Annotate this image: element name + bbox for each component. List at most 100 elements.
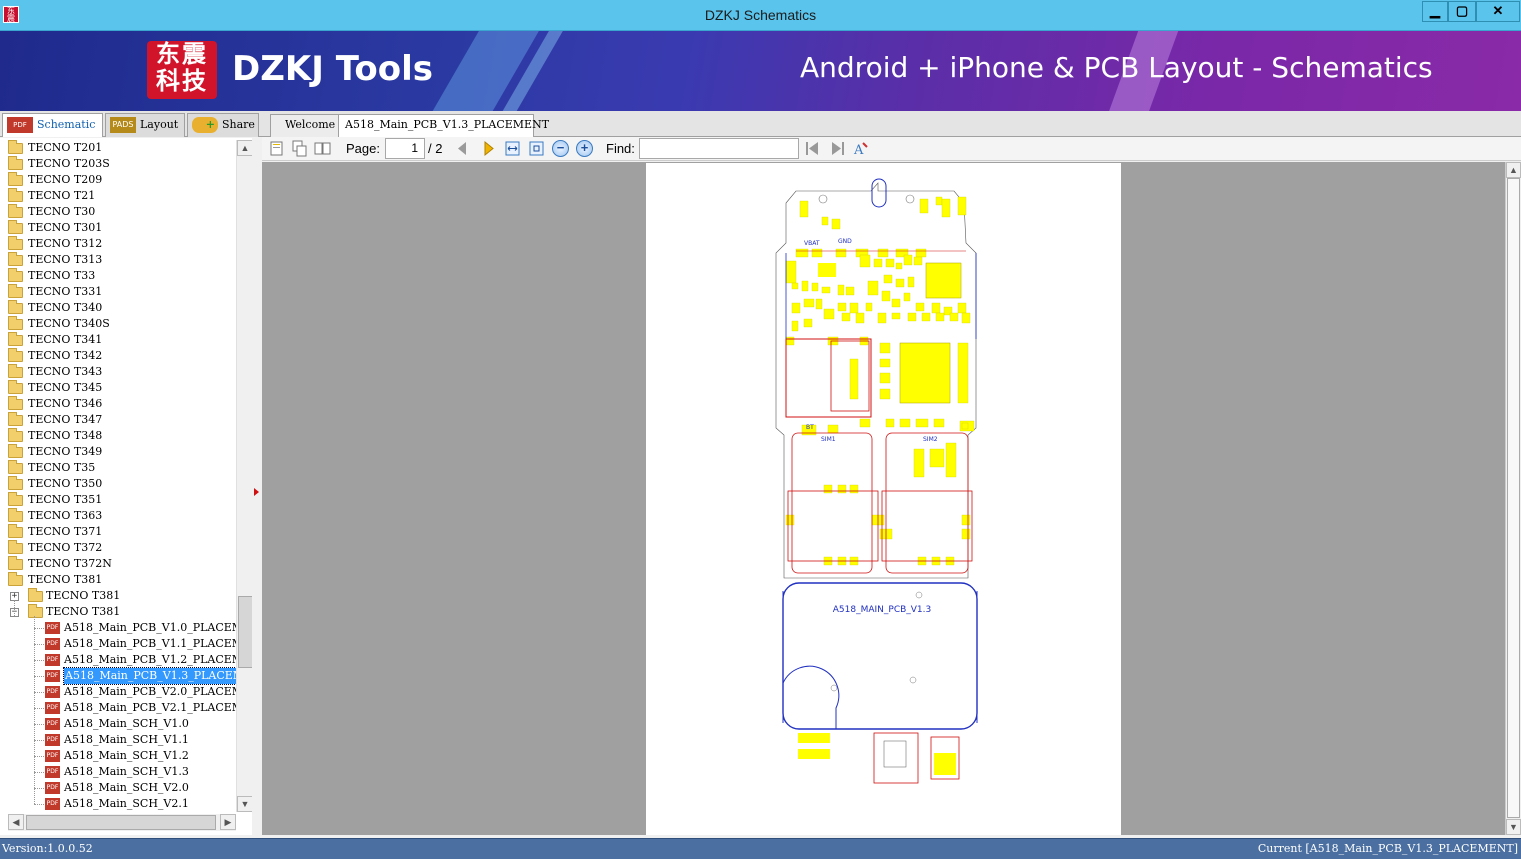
tab-layout[interactable]: PADS Layout	[105, 113, 185, 137]
pdf-file-icon: PDF	[45, 718, 60, 730]
zoom-out-icon[interactable]: −	[552, 140, 569, 157]
scroll-up-button[interactable]: ▲	[1506, 162, 1521, 178]
scroll-down-button[interactable]: ▼	[237, 796, 253, 812]
tree-connector	[34, 692, 44, 693]
scroll-thumb[interactable]	[26, 815, 216, 830]
tree-vertical-scrollbar[interactable]: ▲ ▼	[236, 140, 253, 812]
tree-label: A518_Main_SCH_V2.0	[64, 781, 189, 794]
previous-page-icon[interactable]	[454, 140, 471, 157]
viewer-vertical-scrollbar[interactable]: ▲ ▼	[1505, 162, 1521, 835]
next-page-icon[interactable]	[480, 140, 497, 157]
find-input[interactable]	[639, 138, 799, 159]
match-case-icon[interactable]: A	[852, 140, 869, 157]
current-document-text: Current [A518_Main_PCB_V1.3_PLACEMENT]	[1257, 842, 1518, 855]
file-tree: TECNO T201 TECNO T203S TECNO T209 TECNO T21…	[0, 140, 236, 812]
tab-welcome[interactable]: Welcome	[270, 114, 342, 137]
tree-subfolder-expanded[interactable]: − TECNO T381	[10, 604, 230, 620]
find-next-icon[interactable]	[829, 140, 846, 157]
folder-icon	[8, 444, 23, 458]
tree-label: A518_Main_PCB_V1.2_PLACEMENT	[64, 653, 236, 666]
pads-icon: PADS	[110, 117, 136, 133]
banner-tagline: Android + iPhone & PCB Layout - Schemati…	[800, 51, 1433, 84]
tree-subfolder-collapsed[interactable]: + TECNO T381	[10, 588, 230, 604]
close-button[interactable]: ✕	[1476, 1, 1520, 22]
panel-splitter[interactable]	[252, 138, 262, 835]
viewer-toolbar: Page: 1 / 2 − + Find: A	[262, 137, 1521, 161]
tree-label: A518_Main_SCH_V1.1	[64, 733, 189, 746]
page-total: / 2	[428, 141, 443, 156]
fit-width-icon[interactable]	[504, 140, 521, 157]
zoom-in-icon[interactable]: +	[576, 140, 593, 157]
folder-icon	[8, 556, 23, 570]
facing-pages-icon[interactable]	[314, 140, 331, 157]
continuous-page-icon[interactable]	[291, 140, 308, 157]
folder-icon	[8, 524, 23, 538]
status-bar: Version:1.0.0.52 Current [A518_Main_PCB_…	[0, 838, 1521, 859]
tree-connector	[14, 600, 15, 616]
tree-label: TECNO T381	[46, 589, 121, 602]
tab-label: Layout	[140, 118, 179, 131]
tab-label: Welcome	[285, 118, 336, 131]
pcb-placement-drawing: VBAT GND SIM1 SIM2 BT A518_MAIN_PCB_V1.3	[775, 178, 978, 784]
scroll-right-button[interactable]: ▶	[220, 814, 236, 830]
tree-label: TECNO T345	[28, 381, 103, 394]
scroll-down-button[interactable]: ▼	[1506, 819, 1521, 835]
cloud-share-icon: +	[192, 117, 218, 133]
tree-connector	[34, 740, 44, 741]
folder-icon	[28, 588, 43, 602]
folder-icon	[8, 172, 23, 186]
tree-horizontal-scrollbar[interactable]: ◀ ▶	[8, 814, 236, 831]
tree-connector	[34, 756, 44, 757]
scroll-thumb[interactable]	[238, 596, 253, 668]
collapse-arrow-icon[interactable]	[254, 488, 259, 496]
logo-line: 科技	[156, 68, 208, 95]
tree-label: TECNO T350	[28, 477, 103, 490]
tab-share[interactable]: + Share	[187, 113, 259, 137]
tree-label: TECNO T347	[28, 413, 103, 426]
maximize-button[interactable]: ▢	[1448, 1, 1476, 22]
folder-icon	[8, 236, 23, 250]
tab-schematic[interactable]: PDF Schematic	[2, 113, 103, 137]
tree-label: TECNO T349	[28, 445, 103, 458]
tree-label: A518_Main_SCH_V1.3	[64, 765, 189, 778]
tree-label: TECNO T342	[28, 349, 103, 362]
find-previous-icon[interactable]	[804, 140, 821, 157]
pdf-page[interactable]: VBAT GND SIM1 SIM2 BT A518_MAIN_PCB_V1.3	[646, 163, 1121, 835]
folder-icon	[8, 396, 23, 410]
tree-connector	[34, 676, 44, 677]
tree-label: TECNO T363	[28, 509, 103, 522]
tab-document[interactable]: A518_Main_PCB_V1.3_PLACEMENT×	[338, 114, 549, 152]
single-page-icon[interactable]	[268, 140, 285, 157]
tree-label: A518_Main_PCB_V1.1_PLACEMENT	[64, 637, 236, 650]
tree-label: A518_Main_SCH_V2.1	[64, 797, 189, 810]
pdf-file-icon: PDF	[45, 766, 60, 778]
tree-label: TECNO T312	[28, 237, 103, 250]
tree-label: TECNO T21	[28, 189, 96, 202]
tree-connector	[34, 724, 44, 725]
folder-icon	[8, 188, 23, 202]
tree-label: TECNO T381	[46, 605, 121, 618]
tree-label: A518_Main_PCB_V1.3_PLACEMENT	[62, 667, 236, 685]
minimize-button[interactable]: ▁	[1422, 1, 1448, 22]
tree-label: A518_Main_SCH_V1.2	[64, 749, 189, 762]
pcb-label-gnd: GND	[838, 238, 852, 245]
tree-label: TECNO T341	[28, 333, 103, 346]
pdf-file-icon: PDF	[45, 622, 60, 634]
tree-connector	[34, 804, 44, 805]
tree-connector	[34, 660, 44, 661]
page-number-input[interactable]: 1	[385, 138, 425, 159]
folder-icon	[8, 316, 23, 330]
fit-page-icon[interactable]	[528, 140, 545, 157]
folder-icon	[8, 412, 23, 426]
tree-label: A518_Main_PCB_V1.0_PLACEMENT	[64, 621, 236, 634]
document-viewer[interactable]: VBAT GND SIM1 SIM2 BT A518_MAIN_PCB_V1.3	[262, 162, 1505, 835]
pdf-file-icon: PDF	[45, 702, 60, 714]
scroll-left-button[interactable]: ◀	[8, 814, 24, 830]
scroll-up-button[interactable]: ▲	[237, 140, 253, 156]
folder-icon	[8, 508, 23, 522]
scroll-thumb[interactable]	[1507, 178, 1520, 818]
tree-connector	[34, 788, 44, 789]
page-label: Page:	[346, 141, 380, 156]
tab-label: Share	[222, 118, 255, 131]
tree-label: TECNO T30	[28, 205, 96, 218]
